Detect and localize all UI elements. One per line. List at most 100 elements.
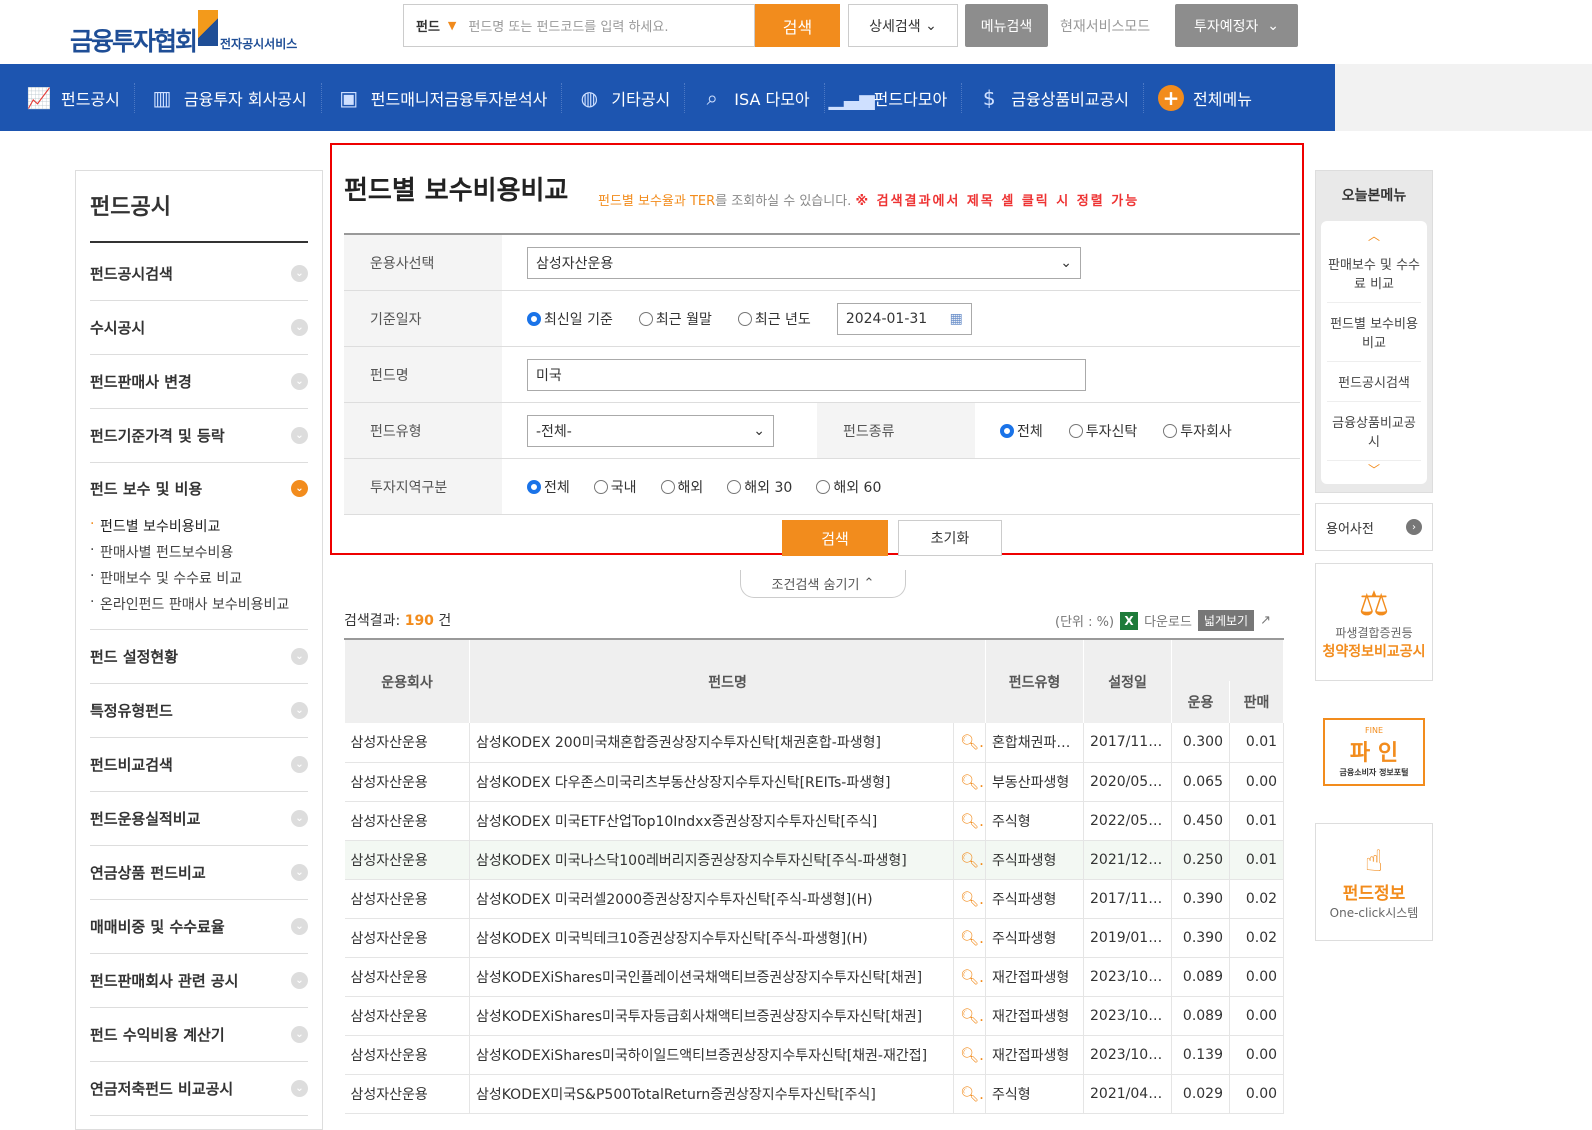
table-row[interactable]: 삼성자산운용 삼성KODEXiShares미국하이일드액티브증권상장지수투자신탁[… — [344, 1035, 1285, 1075]
nav-item[interactable]: ◍ 기타공시 — [562, 82, 686, 113]
search-icon[interactable]: 🔍︎ — [953, 1074, 987, 1114]
radio-option[interactable]: 최신일 기준 — [527, 309, 613, 329]
search-input[interactable]: 펀드 ▼ 펀드명 또는 펀드코드를 입력 하세요. — [403, 4, 755, 47]
recent-menu-item[interactable]: 금융상품비교공시 — [1327, 402, 1421, 461]
search-icon[interactable]: 🔍︎ — [953, 762, 987, 802]
recent-menu-item[interactable]: 펀드공시검색 — [1327, 362, 1421, 402]
radio-option[interactable]: 해외 — [660, 477, 703, 497]
search-icon[interactable]: 🔍︎ — [953, 723, 987, 763]
sidebar-subitem[interactable]: 펀드별 보수비용비교 — [90, 513, 308, 539]
sidebar-item[interactable]: 펀드 수익비용 계산기 ⌄ — [90, 1008, 308, 1062]
fundname-input[interactable]: 미국 — [527, 358, 1086, 391]
recent-menu-item[interactable]: 펀드별 보수비용비교 — [1327, 303, 1421, 362]
radio-option[interactable]: 해외 60 — [816, 477, 881, 497]
detail-search-button[interactable]: 상세검색 ⌄ — [848, 4, 958, 47]
fund-name-link[interactable]: 삼성KODEXiShares미국인플레이션국채액티브증권상장지수투자신탁[채권] — [469, 957, 954, 997]
date-input[interactable]: 2024-01-31 ▦ — [836, 302, 972, 335]
glossary-link[interactable]: 용어사전 › — [1315, 503, 1433, 551]
sidebar-item[interactable]: 연금저축펀드 비교공시 ⌄ — [90, 1062, 308, 1116]
sidebar-item[interactable]: 연금상품 펀드비교 ⌄ — [90, 846, 308, 900]
col-type[interactable]: 펀드유형 — [985, 638, 1085, 723]
nav-item[interactable]: $ 금융상품비교공시 — [962, 82, 1145, 113]
fund-name-link[interactable]: 삼성KODEXiShares미국하이일드액티브증권상장지수투자신탁[채권-재간접… — [469, 1035, 954, 1075]
fund-name-link[interactable]: 삼성KODEX 미국나스닥100레버리지증권상장지수투자신탁[주식-파생형] — [469, 840, 954, 880]
table-row[interactable]: 삼성자산운용 삼성KODEX 미국ETF산업Top10Indxx증권상장지수투자신… — [344, 801, 1285, 841]
sidebar-subitem[interactable]: 판매보수 및 수수료 비교 — [90, 565, 308, 591]
radio-option[interactable]: 전체 — [527, 477, 570, 497]
radio-option[interactable]: 투자회사 — [1163, 421, 1232, 441]
reset-button[interactable]: 초기화 — [898, 520, 1002, 556]
table-row[interactable]: 삼성자산운용 삼성KODEX 200미국채혼합증권상장지수투자신탁[채권혼합-파생… — [344, 723, 1285, 763]
sidebar-subitem[interactable]: 온라인펀드 판매사 보수비용비교 — [90, 591, 308, 617]
table-row[interactable]: 삼성자산운용 삼성KODEX미국S&P500TotalReturn증권상장지수투자… — [344, 1074, 1285, 1114]
sidebar-item[interactable]: 수시공시 ⌄ — [90, 301, 308, 355]
form-search-button[interactable]: 검색 — [782, 520, 888, 556]
fund-name-link[interactable]: 삼성KODEX 다우존스미국리츠부동산상장지수투자신탁[REITs-파생형] — [469, 762, 954, 802]
search-icon[interactable]: 🔍︎ — [953, 801, 987, 841]
table-row[interactable]: 삼성자산운용 삼성KODEX 미국나스닥100레버리지증권상장지수투자신탁[주식-… — [344, 840, 1285, 880]
radio-option[interactable]: 국내 — [593, 477, 637, 497]
search-icon[interactable]: 🔍︎ — [953, 996, 987, 1036]
search-button[interactable]: 검색 — [755, 4, 840, 47]
sidebar-item[interactable]: 펀드기준가격 및 등락 ⌄ — [90, 409, 308, 463]
expand-icon[interactable]: ↗ — [1260, 613, 1271, 628]
chevron-up-icon[interactable]: ︿ — [1327, 227, 1421, 244]
fund-name-link[interactable]: 삼성KODEXiShares미국투자등급회사채액티브증권상장지수투자신탁[채권] — [469, 996, 954, 1036]
table-row[interactable]: 삼성자산운용 삼성KODEX 미국빅테크10증권상장지수투자신탁[주식-파생형](… — [344, 918, 1285, 958]
nav-item[interactable]: ▣ 펀드매니저금융투자분석사 — [322, 82, 563, 113]
company-select[interactable]: 삼성자산운용 ⌄ — [527, 246, 1081, 279]
table-row[interactable]: 삼성자산운용 삼성KODEX 다우존스미국리츠부동산상장지수투자신탁[REITs-… — [344, 762, 1285, 802]
search-icon[interactable]: 🔍︎ — [953, 957, 987, 997]
radio-option[interactable]: 투자신탁 — [1068, 421, 1137, 441]
table-row[interactable]: 삼성자산운용 삼성KODEX 미국러셀2000증권상장지수투자신탁[주식-파생형]… — [344, 879, 1285, 919]
sidebar-subitem[interactable]: 판매사별 펀드보수비용 — [90, 539, 308, 565]
excel-icon[interactable]: X — [1120, 611, 1139, 630]
table-row[interactable]: 삼성자산운용 삼성KODEXiShares미국인플레이션국채액티브증권상장지수투자… — [344, 957, 1285, 997]
radio-option[interactable]: 전체 — [1000, 421, 1043, 441]
type-select[interactable]: -전체- ⌄ — [527, 414, 774, 447]
col-company[interactable]: 운용회사 — [344, 638, 470, 723]
col-mgmt-fee[interactable]: 운용 — [1171, 681, 1231, 723]
nav-item[interactable]: 📈 펀드공시 — [12, 82, 135, 113]
fund-name-link[interactable]: 삼성KODEX 미국빅테크10증권상장지수투자신탁[주식-파생형](H) — [469, 918, 954, 958]
search-category[interactable]: 펀드 — [416, 16, 440, 35]
col-fundname[interactable]: 펀드명 — [468, 638, 987, 723]
sidebar-item[interactable]: 펀드 설정현황 ⌄ — [90, 630, 308, 684]
toggle-conditions-button[interactable]: 조건검색 숨기기 ⌃ — [740, 570, 906, 598]
search-icon[interactable]: 🔍︎ — [953, 840, 987, 880]
sidebar-item[interactable]: 펀드비교검색 ⌄ — [90, 738, 308, 792]
nav-item[interactable]: + 전체메뉴 — [1144, 83, 1266, 113]
recent-menu-item[interactable]: 판매보수 및 수수료 비교 — [1327, 244, 1421, 303]
fund-name-link[interactable]: 삼성KODEX 미국러셀2000증권상장지수투자신탁[주식-파생형](H) — [469, 879, 954, 919]
fund-name-link[interactable]: 삼성KODEX 미국ETF산업Top10Indxx증권상장지수투자신탁[주식] — [469, 801, 954, 841]
radio-option[interactable]: 최근 월말 — [638, 309, 712, 329]
nav-item[interactable]: ▁▃▅ 펀드다모아 — [825, 82, 963, 113]
table-row[interactable]: 삼성자산운용 삼성KODEXiShares미국투자등급회사채액티브증권상장지수투자… — [344, 996, 1285, 1036]
col-date[interactable]: 설정일 — [1083, 638, 1173, 723]
sidebar-item[interactable]: 펀드판매사 변경 ⌄ — [90, 355, 308, 409]
chevron-down-icon[interactable]: ﹀ — [1327, 461, 1421, 478]
fine-banner[interactable]: FINE 파 인 금융소비자 정보포털 — [1315, 693, 1433, 811]
wide-view-button[interactable]: 넓게보기 — [1197, 610, 1255, 631]
fund-info-banner[interactable]: ☝ 펀드정보 One-click시스템 — [1315, 823, 1433, 941]
col-sales-fee[interactable]: 판매 — [1229, 681, 1285, 723]
nav-item[interactable]: ▥ 금융투자 회사공시 — [135, 82, 322, 113]
sidebar-item[interactable]: 매매비중 및 수수료율 ⌄ — [90, 900, 308, 954]
derivative-banner[interactable]: ⚖ 파생결합증권등 청약정보비교공시 — [1315, 563, 1433, 681]
calendar-icon[interactable]: ▦ — [950, 311, 963, 327]
download-link[interactable]: 다운로드 — [1144, 611, 1192, 630]
mode-select[interactable]: 투자예정자 ⌄ — [1175, 4, 1298, 47]
chevron-down-icon[interactable]: ▼ — [448, 19, 456, 32]
radio-option[interactable]: 최근 년도 — [737, 309, 811, 329]
sidebar-item[interactable]: 펀드공시검색 ⌄ — [90, 247, 308, 301]
sidebar-item[interactable]: 펀드판매회사 관련 공시 ⌄ — [90, 954, 308, 1008]
logo[interactable]: 금융투자협회 전자공시서비스 — [70, 8, 297, 58]
search-icon[interactable]: 🔍︎ — [953, 879, 987, 919]
sidebar-item[interactable]: 펀드운용실적비교 ⌄ — [90, 792, 308, 846]
fund-name-link[interactable]: 삼성KODEX미국S&P500TotalReturn증권상장지수투자신탁[주식] — [469, 1074, 954, 1114]
fund-name-link[interactable]: 삼성KODEX 200미국채혼합증권상장지수투자신탁[채권혼합-파생형] — [469, 723, 954, 763]
sidebar-item[interactable]: 특정유형펀드 ⌄ — [90, 684, 308, 738]
search-icon[interactable]: 🔍︎ — [953, 1035, 987, 1075]
search-icon[interactable]: 🔍︎ — [953, 918, 987, 958]
radio-option[interactable]: 해외 30 — [727, 477, 792, 497]
